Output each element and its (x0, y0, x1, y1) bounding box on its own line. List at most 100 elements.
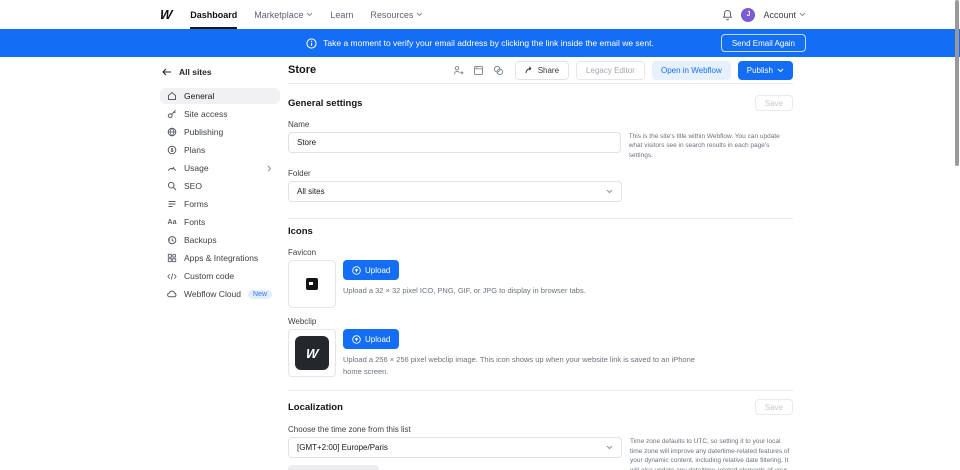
sidebar-item-forms[interactable]: Forms (160, 196, 280, 212)
apps-grid-icon (167, 253, 177, 263)
timezone-select-value: [GMT+2:00] Europe/Paris (297, 443, 388, 452)
account-menu[interactable]: Account (763, 10, 806, 20)
share-arrow-icon (525, 66, 534, 74)
send-email-again-button[interactable]: Send Email Again (721, 34, 806, 52)
plans-icon (167, 145, 177, 155)
history-icon (167, 235, 177, 245)
favicon-upload-button[interactable]: Upload (343, 260, 399, 280)
sidebar-item-apps-integrations[interactable]: Apps & Integrations (160, 250, 280, 266)
upload-label: Upload (365, 266, 390, 275)
sidebar-item-backups[interactable]: Backups (160, 232, 280, 248)
favicon-label: Favicon (288, 248, 793, 257)
settings-sidebar: All sites General Site access Publishing… (160, 57, 280, 304)
nav-item-marketplace[interactable]: Marketplace (254, 0, 313, 29)
favicon-image (306, 278, 318, 290)
webflow-site-settings-page: W Dashboard Marketplace Learn Resources … (0, 0, 960, 470)
share-button[interactable]: Share (515, 61, 569, 80)
sidebar-item-label: General (184, 91, 214, 101)
globe-icon (167, 127, 177, 137)
upload-icon (352, 335, 361, 344)
open-in-webflow-button[interactable]: Open in Webflow (652, 61, 731, 80)
top-nav-right: J Account (722, 0, 806, 29)
upload-icon (352, 266, 361, 275)
name-help-text: This is the site's title within Webflow.… (629, 132, 793, 160)
info-icon (306, 38, 317, 49)
clone-icon[interactable] (493, 65, 504, 76)
new-badge: New (248, 290, 272, 299)
top-nav-left: W Dashboard Marketplace Learn Resources (160, 0, 423, 29)
back-arrow-icon (162, 68, 172, 76)
back-label: All sites (179, 67, 212, 77)
legacy-editor-button[interactable]: Legacy Editor (576, 61, 645, 80)
scrollbar-thumb[interactable] (955, 0, 959, 166)
section-divider (288, 390, 793, 391)
sidebar-item-seo[interactable]: SEO (160, 178, 280, 194)
detect-timezone-button[interactable]: Detect my time zone (288, 465, 379, 470)
header-actions: Share Legacy Editor Open in Webflow Publ… (453, 61, 793, 80)
duplicate-site-icon[interactable] (473, 65, 484, 76)
forms-icon (167, 199, 177, 209)
save-button[interactable]: Save (755, 399, 793, 415)
sidebar-item-label: Plans (184, 145, 205, 155)
page-scrollbar[interactable] (954, 0, 960, 470)
nav-item-dashboard[interactable]: Dashboard (190, 0, 237, 29)
sidebar-item-plans[interactable]: Plans (160, 142, 280, 158)
chevron-down-icon (799, 12, 806, 17)
back-to-all-sites[interactable]: All sites (162, 67, 280, 77)
chevron-down-icon (306, 12, 313, 17)
sidebar-item-label: Forms (184, 199, 208, 209)
icons-section: Icons Favicon Upload Upload a 32 × 32 pi… (288, 226, 793, 377)
banner-message: Take a moment to verify your email addre… (323, 38, 654, 48)
nav-item-resources-label: Resources (370, 10, 413, 20)
chevron-down-icon (606, 445, 613, 450)
sidebar-item-general[interactable]: General (160, 88, 280, 104)
publish-button[interactable]: Publish (738, 61, 793, 80)
sidebar-item-webflow-cloud[interactable]: Webflow Cloud New (160, 286, 280, 302)
sidebar-item-label: SEO (184, 181, 202, 191)
webclip-image: W (295, 336, 329, 370)
sidebar-item-publishing[interactable]: Publishing (160, 124, 280, 140)
nav-item-resources[interactable]: Resources (370, 0, 423, 29)
nav-item-marketplace-label: Marketplace (254, 10, 303, 20)
sidebar-item-label: Publishing (184, 127, 223, 137)
folder-select-value: All sites (297, 187, 325, 196)
avatar[interactable]: J (741, 8, 755, 22)
timezone-help-text: Time zone defaults to UTC, so setting it… (630, 437, 793, 470)
sidebar-item-label: Apps & Integrations (184, 253, 258, 263)
sidebar-item-label: Backups (184, 235, 217, 245)
sidebar-item-site-access[interactable]: Site access (160, 106, 280, 122)
sidebar-item-usage[interactable]: Usage (160, 160, 280, 176)
folder-select[interactable]: All sites (288, 181, 622, 202)
webclip-help-text: Upload a 256 × 256 pixel webclip image. … (343, 354, 715, 377)
timezone-select[interactable]: [GMT+2:00] Europe/Paris (288, 437, 622, 458)
sidebar-item-label: Webflow Cloud (184, 289, 241, 299)
sidebar-item-custom-code[interactable]: Custom code (160, 268, 280, 284)
search-icon (167, 181, 177, 191)
share-label: Share (538, 66, 559, 75)
favicon-preview (288, 260, 336, 308)
localization-heading: Localization (288, 402, 343, 413)
webflow-logo-icon[interactable]: W (159, 7, 172, 22)
nav-item-learn[interactable]: Learn (330, 0, 353, 29)
sidebar-item-label: Site access (184, 109, 227, 119)
localization-section: Localization Save Choose the time zone f… (288, 399, 793, 470)
key-icon (167, 109, 177, 119)
sidebar-item-fonts[interactable]: Aa Fonts (160, 214, 280, 230)
gauge-icon (167, 163, 177, 173)
chevron-down-icon (416, 12, 423, 17)
save-button[interactable]: Save (755, 95, 793, 111)
name-label: Name (288, 120, 793, 129)
general-settings-section: General settings Save Name This is the s… (288, 95, 793, 202)
chevron-right-icon (267, 165, 272, 172)
home-icon (167, 91, 177, 101)
timezone-label: Choose the time zone from this list (288, 425, 793, 434)
webclip-upload-button[interactable]: Upload (343, 329, 399, 349)
notifications-bell-icon[interactable] (722, 9, 733, 21)
chevron-down-icon (777, 68, 784, 73)
site-name-input[interactable] (288, 132, 621, 153)
chevron-down-icon (606, 189, 613, 194)
sidebar-item-label: Fonts (184, 217, 205, 227)
transfer-site-icon[interactable] (453, 65, 464, 76)
code-icon (167, 271, 177, 281)
webflow-w-glyph: W (306, 346, 319, 361)
